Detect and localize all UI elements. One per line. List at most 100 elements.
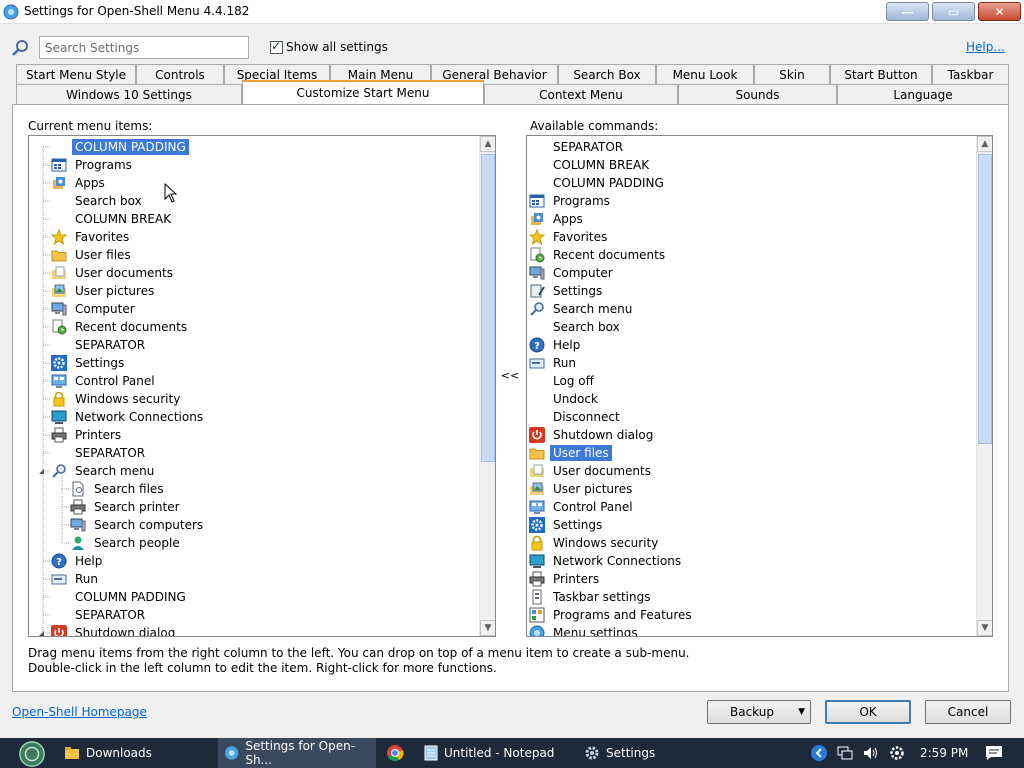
current-item-favorites[interactable]: Favorites — [51, 228, 132, 246]
close-button[interactable]: ✕ — [978, 2, 1021, 21]
tab-windows-10-settings[interactable]: Windows 10 Settings — [16, 84, 242, 104]
current-item-apps[interactable]: Apps — [51, 174, 108, 192]
current-item-user-documents[interactable]: User documents — [51, 264, 176, 282]
maximize-button[interactable]: ▭ — [932, 2, 975, 21]
command-user-documents[interactable]: User documents — [529, 462, 654, 480]
tab-controls[interactable]: Controls — [136, 64, 224, 84]
current-item-column-break[interactable]: COLUMN BREAK — [51, 210, 174, 228]
command-programs-and-features[interactable]: Programs and Features — [529, 606, 695, 624]
scroll-thumb[interactable] — [481, 154, 495, 462]
command-separator[interactable]: SEPARATOR — [529, 138, 626, 156]
command-computer[interactable]: Computer — [529, 264, 616, 282]
tab-language[interactable]: Language — [837, 84, 1009, 104]
clock[interactable]: 2:59 PM — [920, 746, 968, 760]
show-hidden-icons-icon[interactable] — [810, 744, 828, 762]
tab-sounds[interactable]: Sounds — [678, 84, 837, 104]
current-item-run[interactable]: Run — [51, 570, 101, 588]
current-item-user-files[interactable]: User files — [51, 246, 134, 264]
scroll-up-arrow-icon[interactable]: ▲ — [480, 136, 495, 152]
scroll-up-arrow-icon[interactable]: ▲ — [977, 136, 992, 152]
command-programs[interactable]: Programs — [529, 192, 613, 210]
taskbar-item-chrome[interactable] — [380, 738, 412, 768]
add-to-current-button[interactable]: << — [500, 369, 520, 387]
tab-search-box[interactable]: Search Box — [558, 64, 656, 84]
available-commands-list[interactable]: Menu settings Programs and Features Taskba… — [526, 135, 993, 637]
open-shell-homepage-link[interactable]: Open-Shell Homepage — [12, 705, 147, 719]
current-item-network-connections[interactable]: Network Connections — [51, 408, 206, 426]
command-control-panel[interactable]: Control Panel — [529, 498, 636, 516]
command-settings[interactable]: Settings — [529, 282, 605, 300]
command-shutdown-dialog[interactable]: Shutdown dialog — [529, 426, 656, 444]
gear-icon[interactable] — [888, 744, 906, 762]
current-item-help[interactable]: ? Help — [51, 552, 105, 570]
current-item-column-padding[interactable]: COLUMN PADDING — [51, 588, 189, 606]
command-search-box[interactable]: Search box — [529, 318, 623, 336]
tab-customize-start-menu[interactable]: Customize Start Menu — [242, 80, 484, 104]
command-disconnect[interactable]: Disconnect — [529, 408, 623, 426]
current-item-search-files[interactable]: Search files — [70, 480, 167, 498]
taskbar-item-settings[interactable]: Settings — [578, 738, 698, 768]
cancel-button[interactable]: Cancel — [925, 700, 1011, 724]
current-item-search-menu[interactable]: Search menu — [51, 462, 157, 480]
current-item-shutdown-dialog[interactable]: Shutdown dialog — [51, 624, 178, 636]
current-item-separator[interactable]: SEPARATOR — [51, 444, 148, 462]
show-all-settings-checkbox[interactable] — [270, 39, 283, 54]
command-column-padding[interactable]: COLUMN PADDING — [529, 174, 667, 192]
current-items-scrollbar[interactable]: ▲ ▼ — [479, 136, 495, 636]
current-item-printers[interactable]: Printers — [51, 426, 124, 444]
current-item-settings[interactable]: Settings — [51, 354, 127, 372]
command-search-menu[interactable]: Search menu — [529, 300, 635, 318]
show-all-settings[interactable]: Show all settings — [270, 39, 388, 54]
available-commands-scrollbar[interactable]: ▲ ▼ — [976, 136, 992, 636]
command-user-files[interactable]: User files — [529, 444, 612, 462]
ok-button[interactable]: OK — [825, 700, 911, 724]
tab-context-menu[interactable]: Context Menu — [484, 84, 678, 104]
search-settings-input[interactable] — [39, 36, 249, 59]
taskbar-item-open-shell-settings[interactable]: Settings for Open-Sh... — [218, 738, 376, 768]
tab-taskbar[interactable]: Taskbar — [932, 64, 1009, 84]
current-item-programs[interactable]: Programs — [51, 156, 135, 174]
backup-button[interactable]: Backup ▼ — [707, 700, 811, 724]
current-item-windows-security[interactable]: Windows security — [51, 390, 183, 408]
current-items-tree[interactable]: Shutdown dialog SEPARATOR COLUMN PADDING Ru… — [28, 135, 496, 637]
start-button-icon[interactable] — [12, 740, 52, 768]
command-settings[interactable]: Settings — [529, 516, 605, 534]
scroll-down-arrow-icon[interactable]: ▼ — [480, 620, 495, 636]
minimize-button[interactable]: — — [886, 2, 929, 21]
command-user-pictures[interactable]: User pictures — [529, 480, 635, 498]
command-run[interactable]: Run — [529, 354, 579, 372]
current-item-separator[interactable]: SEPARATOR — [51, 606, 148, 624]
command-menu-settings[interactable]: Menu settings — [529, 624, 641, 636]
tab-start-menu-style[interactable]: Start Menu Style — [16, 64, 136, 84]
current-item-search-printer[interactable]: Search printer — [70, 498, 183, 516]
current-item-recent-documents[interactable]: Recent documents — [51, 318, 190, 336]
tab-skin[interactable]: Skin — [754, 64, 830, 84]
taskbar-item-notepad[interactable]: Untitled - Notepad — [418, 738, 576, 768]
command-taskbar-settings[interactable]: Taskbar settings — [529, 588, 653, 606]
scroll-thumb[interactable] — [978, 154, 992, 444]
command-help[interactable]: ? Help — [529, 336, 583, 354]
command-column-break[interactable]: COLUMN BREAK — [529, 156, 652, 174]
current-item-search-box[interactable]: Search box — [51, 192, 145, 210]
command-recent-documents[interactable]: Recent documents — [529, 246, 668, 264]
current-item-search-people[interactable]: Search people — [70, 534, 183, 552]
tab-menu-look[interactable]: Menu Look — [656, 64, 754, 84]
command-network-connections[interactable]: Network Connections — [529, 552, 684, 570]
scroll-down-arrow-icon[interactable]: ▼ — [977, 620, 992, 636]
command-apps[interactable]: Apps — [529, 210, 586, 228]
current-item-user-pictures[interactable]: User pictures — [51, 282, 157, 300]
current-item-search-computers[interactable]: Search computers — [70, 516, 206, 534]
current-item-column-padding[interactable]: COLUMN PADDING — [51, 138, 189, 156]
help-link[interactable]: Help... — [966, 40, 1005, 54]
command-favorites[interactable]: Favorites — [529, 228, 610, 246]
command-printers[interactable]: Printers — [529, 570, 602, 588]
volume-icon[interactable] — [862, 745, 880, 761]
command-log-off[interactable]: Log off — [529, 372, 597, 390]
current-item-control-panel[interactable]: Control Panel — [51, 372, 158, 390]
tab-start-button[interactable]: Start Button — [830, 64, 932, 84]
command-undock[interactable]: Undock — [529, 390, 601, 408]
network-icon[interactable] — [836, 745, 854, 761]
command-windows-security[interactable]: Windows security — [529, 534, 661, 552]
current-item-computer[interactable]: Computer — [51, 300, 138, 318]
notifications-icon[interactable] — [985, 745, 1003, 761]
